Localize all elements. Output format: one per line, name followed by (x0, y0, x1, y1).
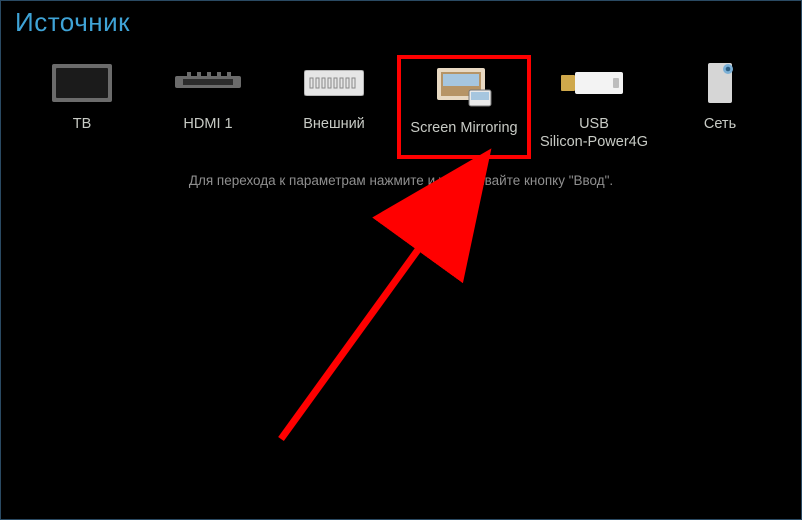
source-list: ТВ HDMI 1 (1, 55, 801, 159)
hint-text: Для перехода к параметрам нажмите и удер… (1, 173, 801, 188)
source-item-tv[interactable]: ТВ (19, 55, 145, 159)
source-item-usb[interactable]: USBSilicon-Power4G (531, 55, 657, 159)
page-title: Источник (15, 7, 130, 38)
hdmi-icon (145, 55, 271, 111)
source-label: Сеть (657, 115, 783, 151)
source-item-hdmi1[interactable]: HDMI 1 (145, 55, 271, 159)
source-label: ТВ (19, 115, 145, 151)
source-item-screen-mirroring[interactable]: Screen Mirroring (397, 55, 531, 159)
source-item-network[interactable]: Сеть (657, 55, 783, 159)
tv-source-menu: Источник ТВ HDMI (0, 0, 802, 520)
tv-icon (19, 55, 145, 111)
source-item-external[interactable]: Внешний (271, 55, 397, 159)
source-label: HDMI 1 (145, 115, 271, 151)
usb-drive-icon (531, 55, 657, 111)
source-label: USBSilicon-Power4G (531, 115, 657, 151)
screen-mirroring-icon (401, 59, 527, 115)
external-port-icon (271, 55, 397, 111)
source-label: Внешний (271, 115, 397, 151)
network-icon (657, 55, 783, 111)
source-label: Screen Mirroring (401, 119, 527, 155)
